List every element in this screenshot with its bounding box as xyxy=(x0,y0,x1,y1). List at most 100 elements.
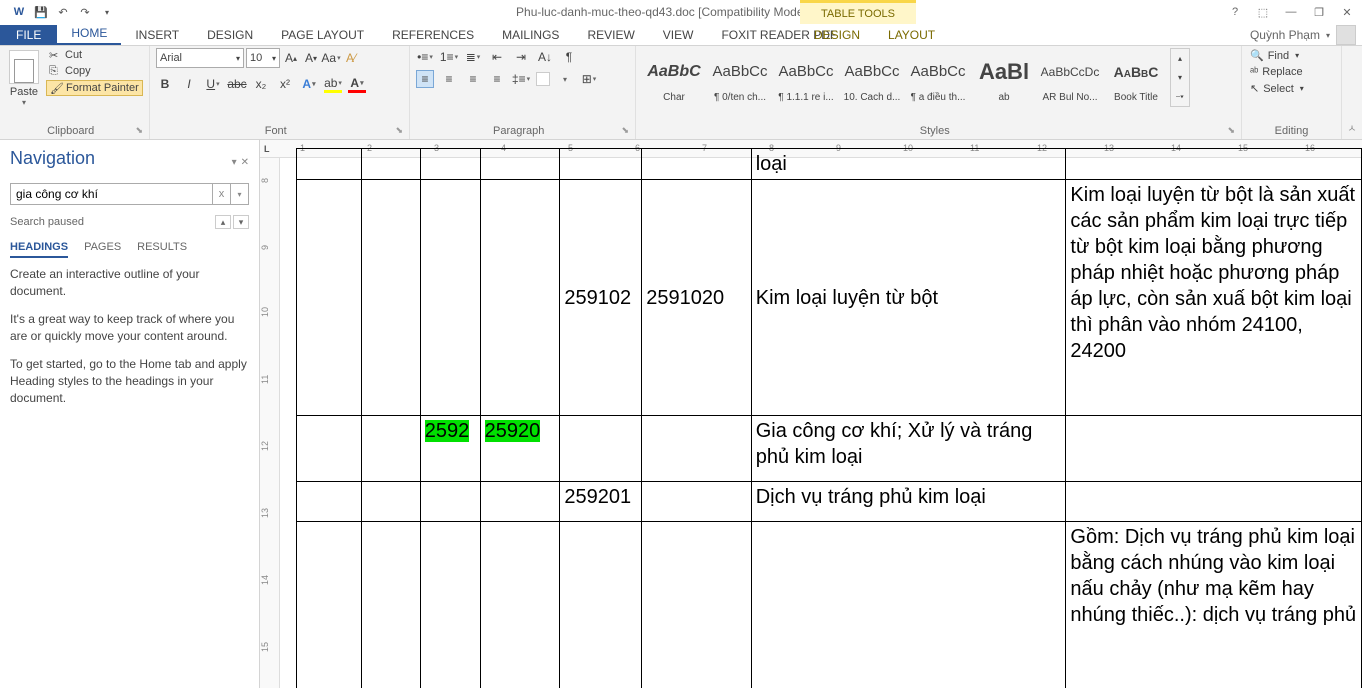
font-size-combo[interactable]: 10▾ xyxy=(246,48,280,68)
font-color-button[interactable]: A▾ xyxy=(348,75,366,93)
nav-next-result[interactable]: ▾ xyxy=(233,215,249,229)
style-arbul[interactable]: AaBbCcDcAR Bul No... xyxy=(1038,48,1102,106)
tab-mailings[interactable]: MAILINGS xyxy=(488,25,573,45)
minimize-icon[interactable]: — xyxy=(1280,3,1302,21)
cell-r1-desc[interactable]: Kim loại luyện từ bột là sản xuất các sả… xyxy=(1066,180,1362,416)
style-111[interactable]: AaBbCc¶ 1.1.1 re i... xyxy=(774,48,838,106)
tab-view[interactable]: VIEW xyxy=(649,25,708,45)
tab-design[interactable]: DESIGN xyxy=(193,25,267,45)
tab-references[interactable]: REFERENCES xyxy=(378,25,488,45)
cell-r1-code5[interactable]: 259102 xyxy=(560,180,642,416)
styles-launcher[interactable]: ⬊ xyxy=(1227,125,1235,136)
align-right-button[interactable]: ≡ xyxy=(464,70,482,88)
style-0ten[interactable]: AaBbCc¶ 0/ten ch... xyxy=(708,48,772,106)
style-10cach[interactable]: AaBbCc10. Cach d... xyxy=(840,48,904,106)
font-name-combo[interactable]: Arial▾ xyxy=(156,48,244,68)
cell-r2-code4[interactable]: 25920 xyxy=(480,416,560,482)
nav-search-input[interactable] xyxy=(10,183,213,205)
nav-pane-menu[interactable]: ▾ xyxy=(232,157,237,168)
collapse-ribbon-icon[interactable]: ㅅ xyxy=(1347,120,1356,135)
font-launcher[interactable]: ⬊ xyxy=(395,125,403,136)
nav-tab-results[interactable]: RESULTS xyxy=(137,241,187,258)
text-effects-button[interactable]: A▾ xyxy=(300,75,318,93)
sort-button[interactable]: A↓ xyxy=(536,48,554,66)
save-icon[interactable]: 💾 xyxy=(32,3,50,21)
show-marks-button[interactable]: ¶ xyxy=(560,48,578,66)
tab-review[interactable]: REVIEW xyxy=(573,25,648,45)
cell-r4-desc[interactable]: Gồm: Dịch vụ tráng phủ kim loại bằng các… xyxy=(1066,522,1362,688)
find-button[interactable]: 🔍Find▾ xyxy=(1248,48,1306,63)
nav-prev-result[interactable]: ▴ xyxy=(215,215,231,229)
tab-home[interactable]: HOME xyxy=(57,23,121,45)
cell-r1-code6[interactable]: 2591020 xyxy=(642,180,752,416)
copy-button[interactable]: ⎘Copy xyxy=(46,64,143,78)
line-spacing-button[interactable]: ‡≡▾ xyxy=(512,70,530,88)
cell-r3-code5[interactable]: 259201 xyxy=(560,482,642,522)
replace-button[interactable]: ᵃᵇReplace xyxy=(1248,65,1306,79)
style-booktitle[interactable]: AaBbCBook Title xyxy=(1104,48,1168,106)
styles-up[interactable]: ▴ xyxy=(1171,49,1189,68)
user-menu-caret[interactable]: ▾ xyxy=(1326,31,1330,40)
increase-indent-button[interactable]: ⇥ xyxy=(512,48,530,66)
superscript-button[interactable]: x² xyxy=(276,75,294,93)
help-icon[interactable]: ? xyxy=(1224,3,1246,21)
style-char[interactable]: AaBbCChar xyxy=(642,48,706,106)
paragraph-launcher[interactable]: ⬊ xyxy=(621,125,629,136)
nav-pane-close[interactable]: ✕ xyxy=(241,157,249,168)
clear-format-button[interactable]: A⁄ xyxy=(342,49,360,67)
change-case-button[interactable]: Aa▾ xyxy=(322,49,340,67)
shrink-font-button[interactable]: A▾ xyxy=(302,49,320,67)
undo-icon[interactable]: ↶ xyxy=(54,3,72,21)
cell-r2-code3[interactable]: 2592 xyxy=(420,416,480,482)
clipboard-group-label: Clipboard xyxy=(47,125,94,137)
vertical-ruler[interactable]: 8910111213141516 xyxy=(260,158,280,688)
cell-r1-name[interactable]: Kim loại luyện từ bột xyxy=(751,180,1066,416)
bullets-button[interactable]: •≡▾ xyxy=(416,48,434,66)
strike-button[interactable]: abc xyxy=(228,75,246,93)
close-icon[interactable]: ✕ xyxy=(1336,3,1358,21)
underline-button[interactable]: U▾ xyxy=(204,75,222,93)
styles-more[interactable]: ⎯▾ xyxy=(1171,87,1189,106)
cell-r0-name[interactable]: loại xyxy=(751,149,1066,180)
nav-search-menu[interactable]: ▾ xyxy=(231,183,249,205)
borders-button[interactable]: ⊞▾ xyxy=(580,70,598,88)
nav-tab-pages[interactable]: PAGES xyxy=(84,241,121,258)
nav-search-clear[interactable]: x xyxy=(213,183,231,205)
restore-icon[interactable]: ❐ xyxy=(1308,3,1330,21)
user-name[interactable]: Quỳnh Phạm xyxy=(1250,28,1320,42)
multilevel-button[interactable]: ≣▾ xyxy=(464,48,482,66)
qat-customize-icon[interactable]: ▾ xyxy=(98,3,116,21)
paste-button[interactable]: Paste ▾ xyxy=(6,48,42,107)
decrease-indent-button[interactable]: ⇤ xyxy=(488,48,506,66)
document-page[interactable]: loại 259102 2591020 Kim loại luyện từ bộ… xyxy=(290,158,1362,688)
tab-table-layout[interactable]: LAYOUT xyxy=(874,25,949,45)
styles-down[interactable]: ▾ xyxy=(1171,68,1189,87)
justify-button[interactable]: ≡ xyxy=(488,70,506,88)
numbering-button[interactable]: 1≡▾ xyxy=(440,48,458,66)
italic-button[interactable]: I xyxy=(180,75,198,93)
bold-button[interactable]: B xyxy=(156,75,174,93)
clipboard-launcher[interactable]: ⬊ xyxy=(135,125,143,136)
cut-button[interactable]: ✂Cut xyxy=(46,48,143,62)
tab-table-design[interactable]: DESIGN xyxy=(800,25,874,45)
align-left-button[interactable]: ≡ xyxy=(416,70,434,88)
cell-r2-name[interactable]: Gia công cơ khí; Xử lý và tráng phủ kim … xyxy=(751,416,1066,482)
format-painter-button[interactable]: 🖌Format Painter xyxy=(46,80,143,96)
style-adieu[interactable]: AaBbCc¶ a điều th... xyxy=(906,48,970,106)
redo-icon[interactable]: ↷ xyxy=(76,3,94,21)
grow-font-button[interactable]: A▴ xyxy=(282,49,300,67)
highlight-button[interactable]: ab▾ xyxy=(324,75,342,93)
tab-page-layout[interactable]: PAGE LAYOUT xyxy=(267,25,378,45)
nav-tab-headings[interactable]: HEADINGS xyxy=(10,241,68,258)
cell-r3-name[interactable]: Dịch vụ tráng phủ kim loại xyxy=(751,482,1066,522)
style-ab[interactable]: AaBlab xyxy=(972,48,1036,106)
subscript-button[interactable]: x₂ xyxy=(252,75,270,93)
tab-file[interactable]: FILE xyxy=(0,25,57,45)
select-button[interactable]: ↖Select▾ xyxy=(1248,81,1306,96)
shading-button[interactable] xyxy=(536,72,550,86)
ribbon-display-icon[interactable]: ⬚ xyxy=(1252,3,1274,21)
align-center-button[interactable]: ≡ xyxy=(440,70,458,88)
styles-gallery[interactable]: AaBbCChar AaBbCc¶ 0/ten ch... AaBbCc¶ 1.… xyxy=(642,48,1190,112)
avatar[interactable] xyxy=(1336,25,1356,45)
tab-insert[interactable]: INSERT xyxy=(121,25,193,45)
